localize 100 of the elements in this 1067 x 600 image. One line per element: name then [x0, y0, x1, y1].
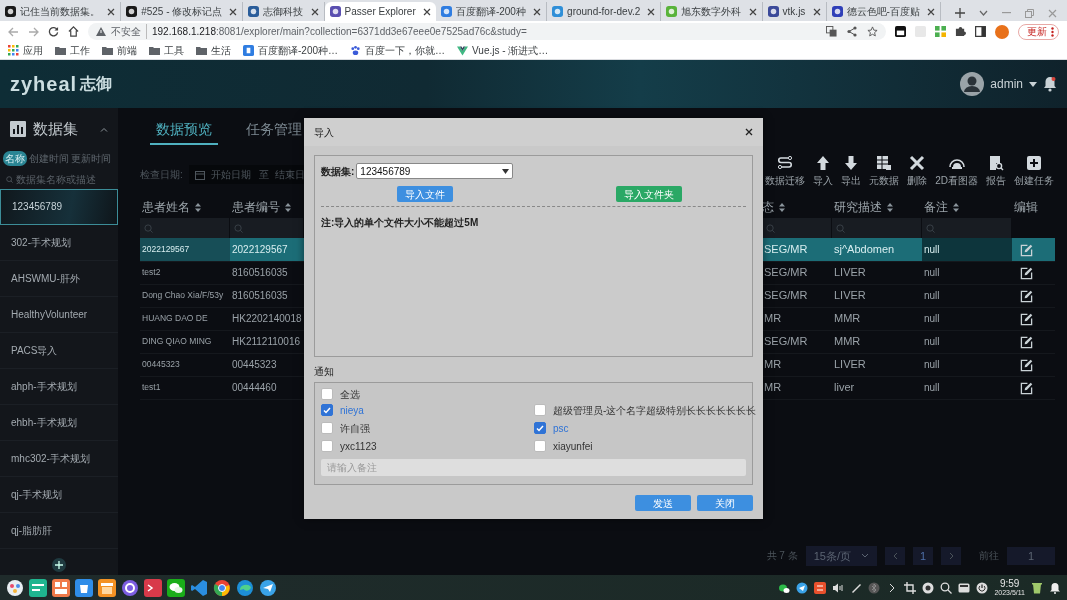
reload-icon[interactable]	[48, 26, 59, 37]
column-header[interactable]: 患者编号	[232, 198, 291, 216]
new-tab-icon[interactable]	[955, 8, 966, 18]
display-icon[interactable]	[958, 581, 971, 594]
dataset-item[interactable]: mhc302-手术规划	[0, 440, 118, 477]
bell-icon[interactable]	[1049, 581, 1061, 594]
power-icon[interactable]	[976, 581, 989, 594]
extension-icon[interactable]	[895, 26, 906, 37]
edit-icon[interactable]	[1020, 289, 1033, 303]
dataset-item[interactable]: ahph-手术规划	[0, 368, 118, 405]
sort-icon[interactable]	[779, 202, 785, 212]
close-icon[interactable]	[422, 7, 431, 16]
filter-field[interactable]	[230, 218, 304, 238]
user-avatar-icon[interactable]	[960, 72, 985, 96]
sort-icon[interactable]	[887, 202, 893, 212]
close-icon[interactable]	[812, 7, 821, 16]
bookmark[interactable]: 应用	[8, 43, 43, 58]
sort-icon[interactable]	[285, 202, 291, 212]
search-field[interactable]: 数据集名称或描述	[16, 171, 112, 187]
column-header[interactable]: 研究描述	[834, 198, 893, 216]
bookmark[interactable]: 百度翻译-200种…	[243, 43, 338, 58]
sort-icon[interactable]	[195, 202, 201, 212]
close-icon[interactable]	[927, 7, 936, 16]
caret-icon[interactable]	[1029, 81, 1037, 87]
grid-icon[interactable]	[52, 578, 70, 597]
input-method-icon[interactable]	[814, 581, 827, 594]
filter-field[interactable]	[832, 218, 922, 238]
bookmark[interactable]: 百度一下，你就…	[350, 43, 445, 58]
edit-icon[interactable]	[1020, 381, 1033, 395]
update-button[interactable]: 更新	[1018, 23, 1059, 40]
dataset-item[interactable]: AHSWMU-肝外	[0, 260, 118, 297]
checkbox[interactable]	[321, 422, 333, 434]
dataset-item[interactable]: qj-脂肪肝	[0, 512, 118, 549]
toolbar-button[interactable]: 删除	[906, 155, 929, 188]
share-icon[interactable]	[847, 26, 857, 37]
close-icon[interactable]	[310, 7, 319, 16]
filter-field[interactable]	[762, 218, 832, 238]
checkbox-label[interactable]: xiayunfei	[553, 438, 593, 454]
chevron-down-icon[interactable]	[979, 10, 989, 16]
toolbar-button[interactable]: 元数据	[868, 155, 901, 188]
dataset-item[interactable]: 302-手术规划	[0, 224, 118, 261]
edit-icon[interactable]	[1020, 335, 1033, 349]
toolbar-button[interactable]: 报告	[985, 155, 1007, 188]
close-icon[interactable]	[748, 7, 757, 16]
terminal-icon[interactable]	[29, 578, 47, 597]
toolbar-button[interactable]: 导入	[812, 155, 835, 188]
bell-icon[interactable]	[1043, 76, 1057, 92]
dataset-item[interactable]: 123456789	[0, 188, 118, 225]
close-icon[interactable]	[229, 7, 238, 16]
chat-icon[interactable]	[167, 578, 185, 597]
profile-avatar[interactable]	[995, 24, 1009, 39]
console-icon[interactable]	[144, 578, 162, 597]
column-header[interactable]: 患者姓名	[142, 198, 201, 216]
browser-tab[interactable]: Passer Explorer	[324, 2, 436, 21]
filter-field[interactable]	[922, 218, 1012, 238]
dataset-item[interactable]: PACS导入	[0, 332, 118, 369]
edit-icon[interactable]	[1020, 312, 1033, 326]
checkbox[interactable]	[534, 440, 546, 452]
toolbar-button[interactable]: 2D看图器	[934, 155, 979, 188]
remark-field[interactable]: 请输入备注	[321, 459, 746, 476]
tab[interactable]: 任务管理	[240, 118, 308, 145]
code-editor-icon[interactable]	[190, 578, 208, 597]
store-icon[interactable]	[75, 578, 93, 597]
puzzle-icon[interactable]	[955, 26, 966, 37]
home-icon[interactable]	[68, 26, 79, 37]
trash-icon[interactable]	[1031, 581, 1043, 594]
address-bar[interactable]: 不安全 192.168.1.218:8081/explorer/main?collection=6371dd3e67eee0e7525ad76c&study=	[88, 23, 886, 40]
checkbox-label[interactable]: 全选	[340, 386, 360, 402]
dataset-item[interactable]: ehbh-手术规划	[0, 404, 118, 441]
close-icon[interactable]	[533, 7, 542, 16]
checkbox-label[interactable]: 超级管理员-这个名字超级特别长长长长长长长	[553, 402, 757, 418]
close-icon[interactable]	[107, 7, 116, 16]
sort-option[interactable]: 名称	[3, 150, 27, 166]
bookmark[interactable]: Vue.js - 渐进式…	[457, 43, 549, 58]
bookmark[interactable]: 生活	[196, 43, 231, 58]
toolbar-button[interactable]: 导出	[840, 155, 863, 188]
dataset-item[interactable]: qj-手术规划	[0, 476, 118, 513]
translate-icon[interactable]	[826, 26, 837, 37]
checkbox[interactable]	[321, 440, 333, 452]
add-icon[interactable]	[52, 558, 66, 572]
browser-icon[interactable]	[236, 578, 254, 597]
volume-icon[interactable]	[832, 581, 845, 594]
checkbox-label[interactable]: 许自强	[340, 420, 370, 436]
bookmark[interactable]: 工具	[149, 43, 184, 58]
close-icon[interactable]	[745, 128, 753, 136]
side-panel-icon[interactable]	[975, 26, 986, 37]
start-date-field[interactable]: 开始日期	[210, 167, 253, 182]
page-button[interactable]: 1	[913, 546, 933, 565]
column-header[interactable]: 态	[762, 198, 785, 216]
filter-field[interactable]	[140, 218, 230, 238]
edit-icon[interactable]	[1020, 266, 1033, 280]
column-header[interactable]: 备注	[924, 198, 959, 216]
tab[interactable]: 数据预览	[150, 118, 218, 145]
star-icon[interactable]	[867, 26, 878, 37]
screenshot-icon[interactable]	[904, 581, 917, 594]
checkbox[interactable]	[534, 404, 546, 416]
toolbar-button[interactable]: 数据迁移	[764, 155, 807, 188]
dataset-select[interactable]: 123456789	[356, 163, 514, 179]
close-icon[interactable]	[647, 7, 656, 16]
toolbar-button[interactable]: 创建任务	[1013, 155, 1055, 188]
